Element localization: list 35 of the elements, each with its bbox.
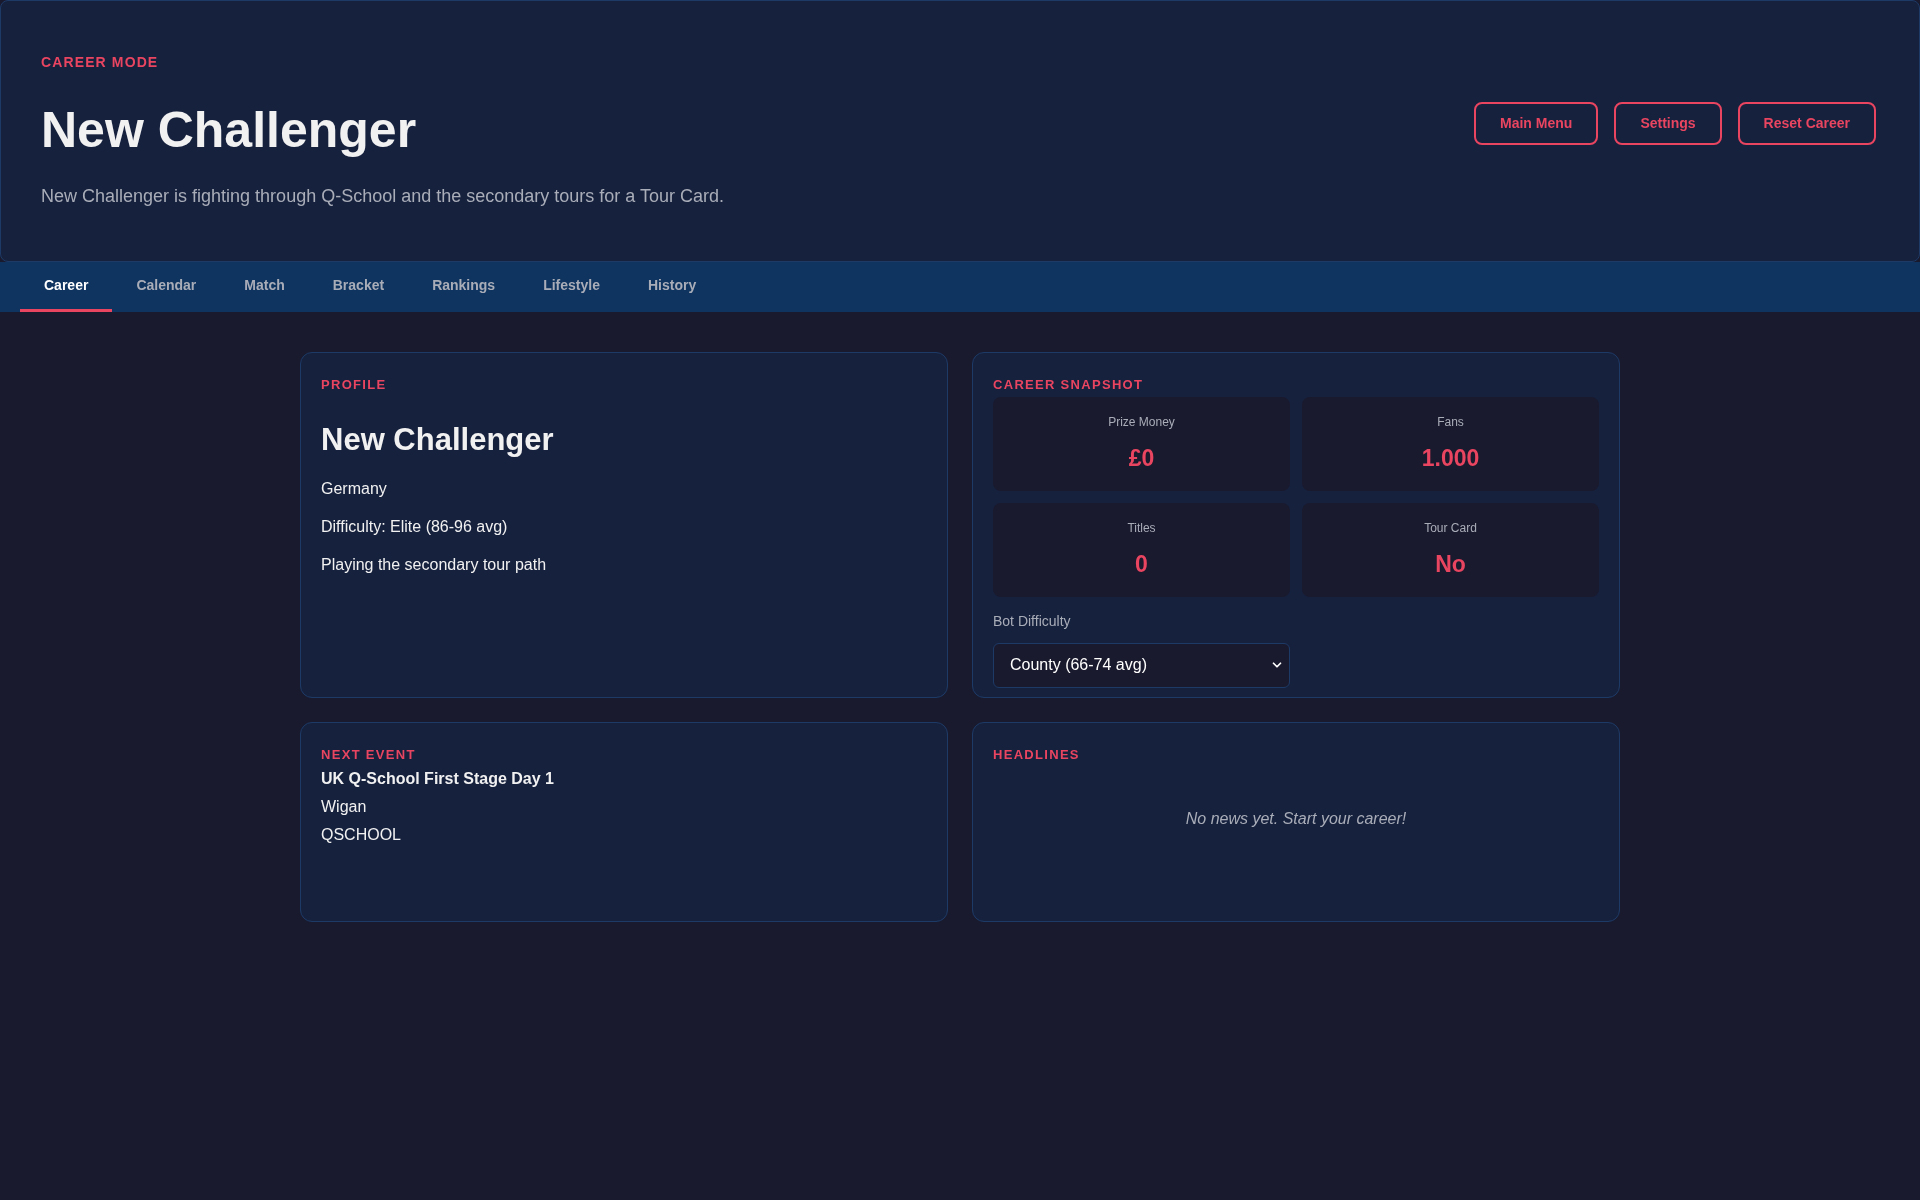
field-label: Bot Difficulty [993, 611, 1072, 631]
section-heading: HEADLINES [993, 746, 1081, 764]
page-subtitle: New Challenger is fighting through Q-School and the secondary tours for a Tour Card. [41, 185, 725, 209]
stat-value: No [1435, 549, 1466, 579]
stat-value: 1.000 [1421, 443, 1480, 473]
stat-label: Titles [1127, 519, 1156, 537]
page-title: New Challenger [41, 100, 418, 160]
section-heading: NEXT EVENT [321, 746, 417, 764]
stat-label: Tour Card [1424, 519, 1477, 537]
nav-tab[interactable]: History [623, 262, 721, 312]
nav-tab[interactable]: Rankings [408, 262, 520, 312]
section-heading: CAREER SNAPSHOT [993, 376, 1145, 394]
profile-detail: Playing the secondary tour path [321, 555, 548, 575]
nav-tab[interactable]: Career [20, 262, 113, 312]
profile-detail: Difficulty: Elite (86-96 avg) [321, 517, 509, 537]
header-button[interactable]: Main Menu [1474, 101, 1599, 145]
stat-label: Prize Money [1108, 413, 1175, 431]
header-button[interactable]: Reset Career [1737, 101, 1876, 145]
stat-value: £0 [1128, 443, 1155, 473]
event-venue: Wigan [321, 796, 368, 817]
difficulty-select[interactable]: County (66-74 avg) [993, 642, 1290, 688]
player-name: New Challenger [321, 420, 555, 459]
nav-tab[interactable]: Lifestyle [519, 262, 624, 312]
nav-tab[interactable]: Bracket [308, 262, 409, 312]
empty-message: No news yet. Start your career! [1185, 808, 1407, 829]
nav-tab[interactable]: Match [220, 262, 309, 312]
profile-detail: Germany [321, 479, 388, 499]
section-heading: PROFILE [321, 376, 388, 394]
header-button[interactable]: Settings [1614, 101, 1722, 145]
nav-tab[interactable]: Calendar [112, 262, 221, 312]
event-name: UK Q-School First Stage Day 1 [321, 768, 555, 789]
stat-value: 0 [1135, 549, 1148, 579]
stat-label: Fans [1437, 413, 1464, 431]
event-type: QSCHOOL [321, 824, 402, 845]
mode-label: CAREER MODE [41, 52, 160, 72]
